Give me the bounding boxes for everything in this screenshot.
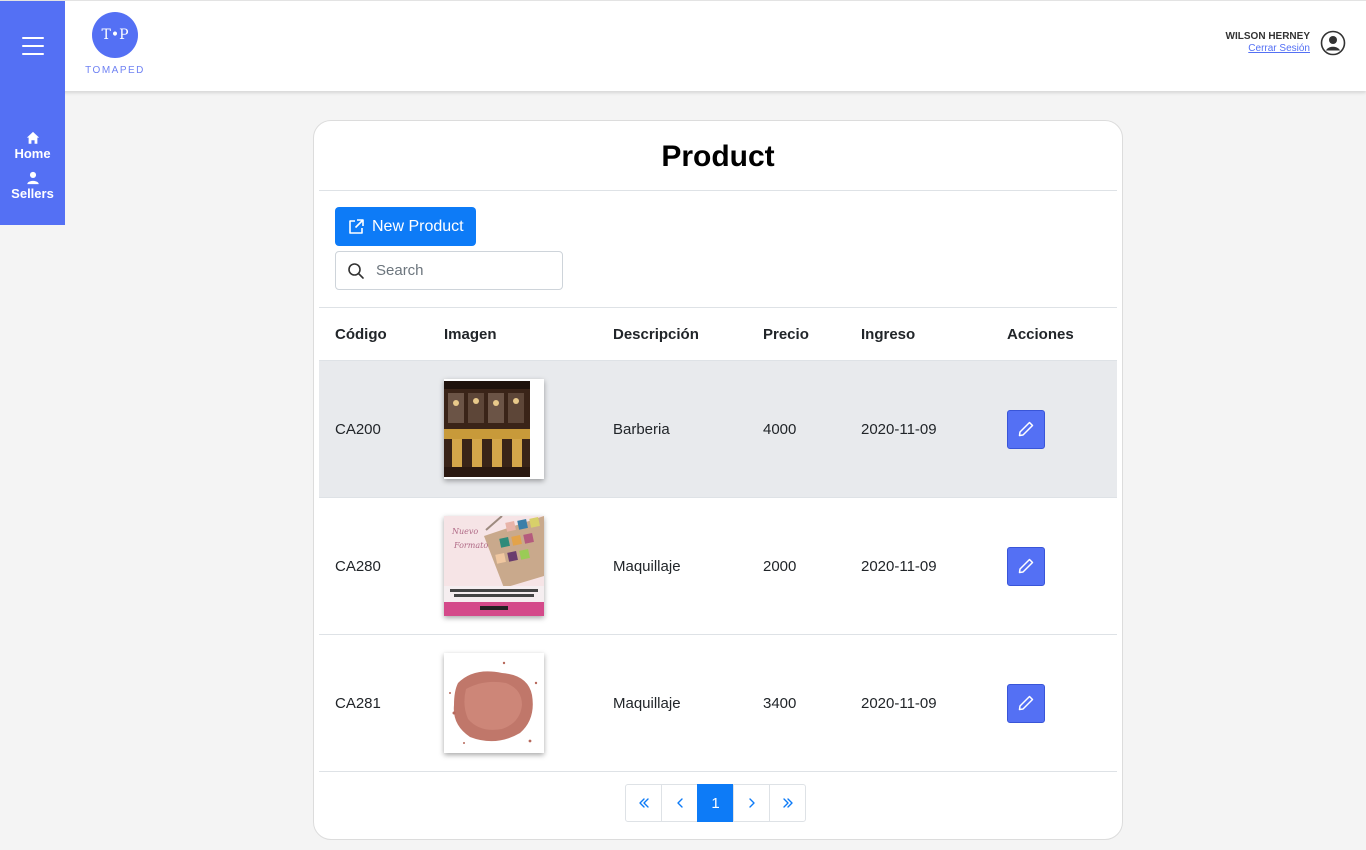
column-header-image[interactable]: Imagen	[444, 326, 497, 343]
home-icon	[26, 131, 39, 144]
sidebar-item-label: Sellers	[11, 186, 54, 201]
search-icon	[348, 262, 364, 279]
product-image-eyeshadow: Nuevo Formato	[444, 516, 544, 616]
product-description: Maquillaje	[613, 694, 681, 712]
sidebar-item-label: Home	[14, 146, 51, 161]
sidebar-item-home[interactable]: Home	[0, 131, 65, 161]
product-date: 2020-11-09	[861, 557, 937, 575]
edit-button[interactable]	[1007, 683, 1045, 723]
product-description: Barberia	[613, 420, 670, 438]
chevron-right-icon	[748, 798, 755, 808]
user-name: WILSON HERNEY	[1225, 31, 1310, 42]
page-title: Product	[661, 140, 775, 173]
logo[interactable]: T•P TOMAPED	[85, 12, 145, 76]
search-input[interactable]	[376, 262, 556, 279]
pencil-icon	[1018, 695, 1034, 711]
product-date: 2020-11-09	[861, 420, 937, 438]
user-icon	[26, 171, 39, 185]
column-header-actions: Acciones	[1007, 325, 1074, 343]
chevron-left-icon	[676, 798, 683, 808]
page-button-current[interactable]: 1	[697, 784, 734, 822]
column-header-price[interactable]: Precio	[763, 326, 809, 343]
first-page-button[interactable]	[625, 784, 662, 822]
external-link-icon	[349, 218, 364, 234]
pencil-icon	[1018, 558, 1034, 574]
double-chevron-right-icon	[782, 798, 793, 808]
table-row[interactable]: CA280 Nuevo Formato Maquillaje 2000 2020…	[319, 498, 1117, 635]
double-chevron-left-icon	[638, 798, 649, 808]
product-price: 3400	[763, 694, 797, 712]
table-row[interactable]: CA281 Maquillaje 3400 2020-11-09	[319, 635, 1117, 772]
sidebar: Home Sellers	[0, 91, 65, 225]
search-box	[335, 251, 563, 290]
last-page-button[interactable]	[769, 784, 806, 822]
logo-mark: T•P	[92, 12, 138, 58]
new-product-button[interactable]: New Product	[335, 207, 476, 246]
product-image-barbershop	[444, 379, 544, 479]
logo-text: TOMAPED	[85, 65, 145, 76]
column-header-code[interactable]: Código	[335, 326, 387, 343]
top-header: T•P TOMAPED WILSON HERNEY Cerrar Sesión	[0, 0, 1366, 91]
product-code: CA280	[335, 557, 381, 575]
product-code: CA281	[335, 694, 381, 712]
product-date: 2020-11-09	[861, 694, 937, 712]
new-product-label: New Product	[372, 217, 464, 235]
product-image-blush	[444, 653, 544, 753]
column-header-description[interactable]: Descripción	[613, 326, 699, 343]
hamburger-icon	[21, 37, 44, 55]
product-table: Código Imagen Descripción Precio Ingreso…	[319, 307, 1117, 772]
previous-page-button[interactable]	[661, 784, 698, 822]
menu-toggle-button[interactable]	[0, 1, 65, 91]
svg-text:Formato: Formato	[453, 541, 488, 550]
pencil-icon	[1018, 421, 1034, 437]
user-circle-icon[interactable]	[1320, 30, 1346, 56]
product-card: Product New Product Código Imagen Descri…	[313, 120, 1123, 840]
edit-button[interactable]	[1007, 409, 1045, 449]
table-row[interactable]: CA200 Barberia 4000 2020-11-09	[319, 361, 1117, 498]
product-description: Maquillaje	[613, 557, 681, 575]
edit-button[interactable]	[1007, 546, 1045, 586]
product-code: CA200	[335, 420, 381, 438]
column-header-date[interactable]: Ingreso	[861, 326, 915, 343]
product-price: 4000	[763, 420, 797, 438]
pagination: 1	[625, 784, 806, 822]
user-area: WILSON HERNEY Cerrar Sesión	[1226, 30, 1346, 56]
next-page-button[interactable]	[733, 784, 770, 822]
title-divider	[319, 190, 1117, 191]
svg-text:Nuevo: Nuevo	[451, 527, 478, 536]
table-header: Código Imagen Descripción Precio Ingreso…	[319, 307, 1117, 361]
sidebar-item-sellers[interactable]: Sellers	[0, 171, 65, 201]
logout-link[interactable]: Cerrar Sesión	[1226, 43, 1310, 55]
product-price: 2000	[763, 557, 797, 575]
